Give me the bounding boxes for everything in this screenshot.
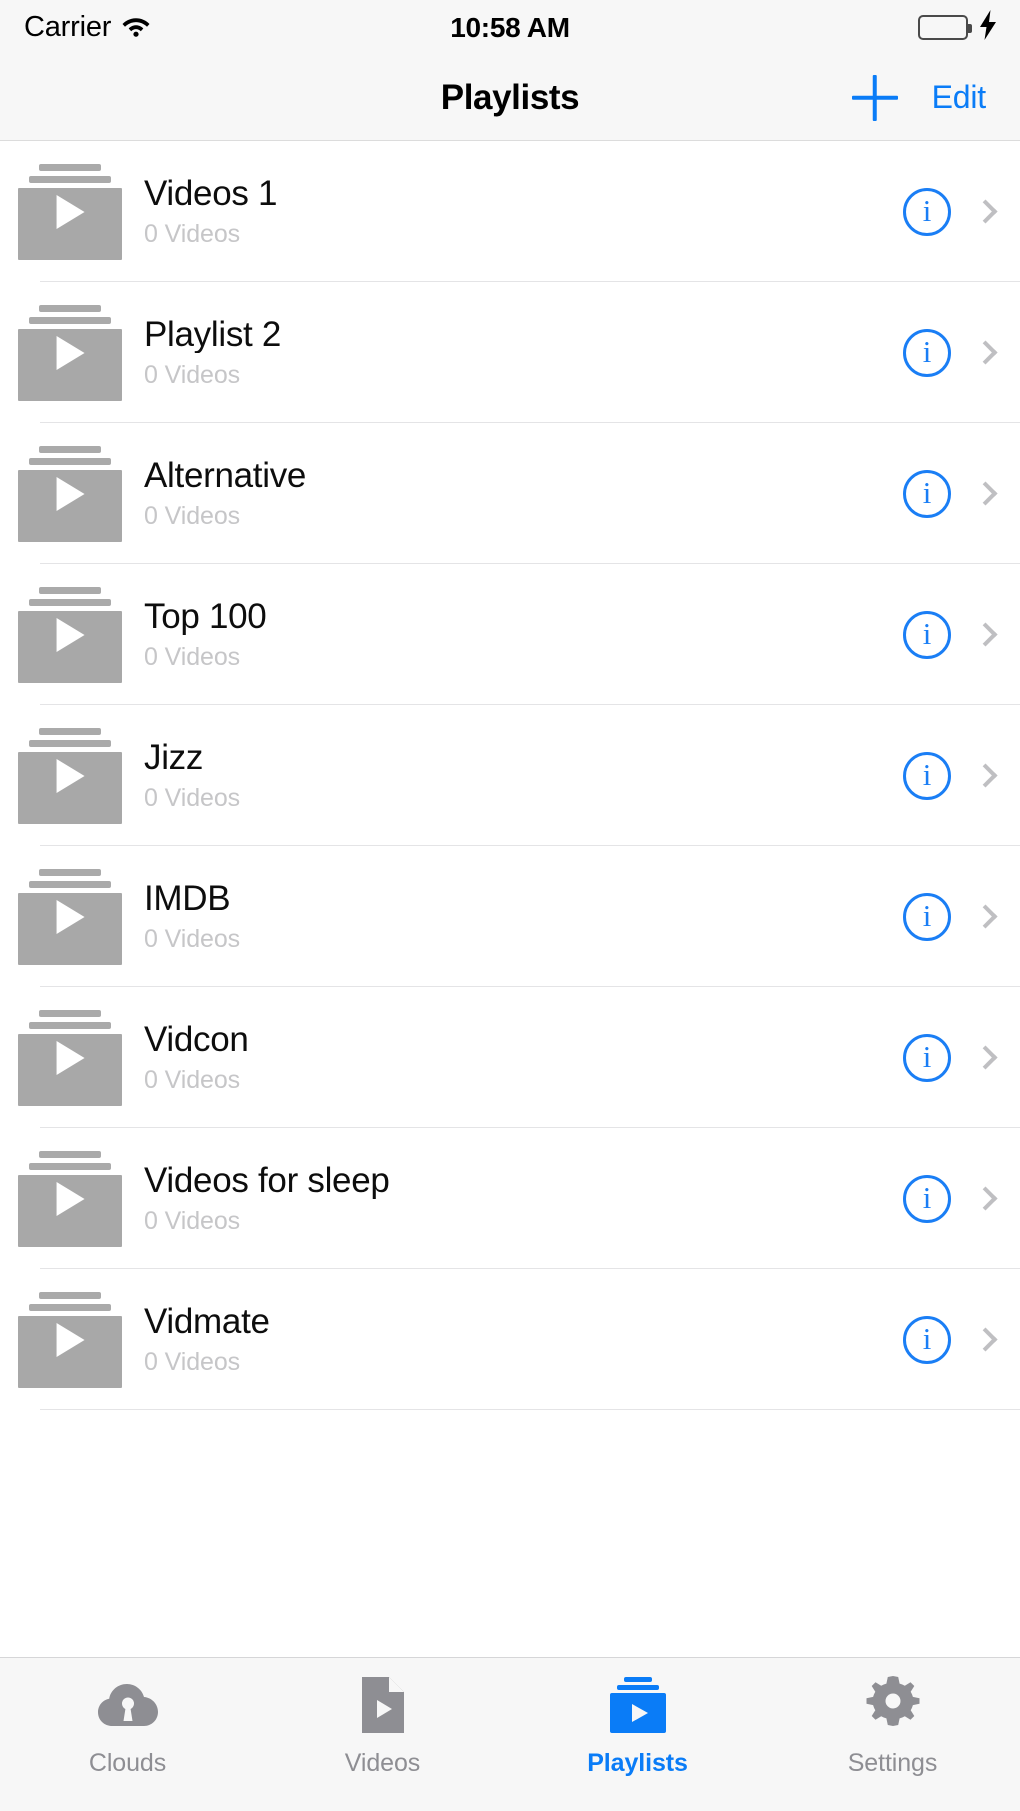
playlist-row[interactable]: Videos 1 0 Videos i [0, 141, 1020, 282]
playlist-subtitle: 0 Videos [144, 1066, 241, 1095]
chevron-right-icon[interactable] [973, 481, 998, 506]
info-circle-icon[interactable]: i [903, 1033, 951, 1082]
playlist-subtitle: 0 Videos [144, 784, 241, 813]
playlist-row-accessory: i [903, 751, 998, 800]
tab-bar: Clouds Videos Playlists Settings [0, 1657, 1020, 1811]
playlist-thumbnail-icon [18, 868, 122, 965]
battery-icon [918, 15, 972, 40]
playlist-title: Top 100 [144, 598, 267, 636]
info-circle-icon[interactable]: i [903, 469, 951, 518]
playlist-row[interactable]: Jizz 0 Videos i [0, 705, 1020, 846]
playlist-thumbnail-icon [18, 445, 122, 542]
playlist-row[interactable]: Vidcon 0 Videos i [0, 987, 1020, 1128]
playlist-row-text: Videos for sleep 0 Videos [144, 1162, 903, 1235]
playlist-row-text: Top 100 0 Videos [144, 598, 903, 671]
status-bar-right [918, 10, 998, 45]
info-circle-icon[interactable]: i [903, 1174, 951, 1223]
playlist-title: Vidmate [144, 1303, 270, 1341]
playlist-subtitle: 0 Videos [144, 925, 241, 954]
playlist-thumbnail-icon [18, 1150, 122, 1247]
playlist-row[interactable]: Playlist 2 0 Videos i [0, 282, 1020, 423]
playlist-title: Videos 1 [144, 175, 278, 213]
playlist-row-accessory: i [903, 469, 998, 518]
playlist-title: Playlist 2 [144, 316, 282, 354]
playlist-subtitle: 0 Videos [144, 1348, 241, 1377]
chevron-right-icon[interactable] [973, 1186, 998, 1211]
playlist-list: Videos 1 0 Videos i Playlist 2 0 Videos … [0, 141, 1020, 1410]
playlist-title: Videos for sleep [144, 1162, 390, 1200]
playlist-row-text: Playlist 2 0 Videos [144, 316, 903, 389]
navigation-actions: Edit [852, 75, 1020, 121]
playlist-row-accessory: i [903, 1174, 998, 1223]
playlist-row-text: Vidcon 0 Videos [144, 1021, 903, 1094]
playlist-title: IMDB [144, 880, 231, 918]
playlist-row-text: Videos 1 0 Videos [144, 175, 903, 248]
document-play-icon [359, 1672, 407, 1738]
playlist-subtitle: 0 Videos [144, 220, 241, 249]
cloud-lock-icon [96, 1672, 160, 1738]
playlist-title: Alternative [144, 457, 307, 495]
playlist-row[interactable]: Alternative 0 Videos i [0, 423, 1020, 564]
playlist-row-accessory: i [903, 328, 998, 377]
playlist-stack-play-icon [607, 1672, 669, 1738]
add-playlist-button[interactable] [852, 75, 898, 121]
info-circle-icon[interactable]: i [903, 751, 951, 800]
playlist-thumbnail-icon [18, 304, 122, 401]
info-circle-icon[interactable]: i [903, 892, 951, 941]
lightning-bolt-icon [978, 10, 998, 45]
playlist-subtitle: 0 Videos [144, 361, 241, 390]
tab-videos[interactable]: Videos [255, 1672, 510, 1811]
tab-label-playlists: Playlists [587, 1749, 688, 1777]
playlist-thumbnail-icon [18, 1009, 122, 1106]
playlist-subtitle: 0 Videos [144, 1207, 241, 1236]
playlist-row-text: IMDB 0 Videos [144, 880, 903, 953]
chevron-right-icon[interactable] [973, 904, 998, 929]
chevron-right-icon[interactable] [973, 1327, 998, 1352]
playlist-row-accessory: i [903, 892, 998, 941]
playlist-title: Jizz [144, 739, 204, 777]
tab-settings[interactable]: Settings [765, 1672, 1020, 1811]
navigation-bar: Playlists Edit [0, 55, 1020, 141]
playlist-row-accessory: i [903, 1033, 998, 1082]
status-bar: Carrier 10:58 AM [0, 0, 1020, 55]
chevron-right-icon[interactable] [973, 763, 998, 788]
playlist-thumbnail-icon [18, 586, 122, 683]
playlist-subtitle: 0 Videos [144, 643, 241, 672]
tab-playlists[interactable]: Playlists [510, 1672, 765, 1811]
playlist-row-text: Jizz 0 Videos [144, 739, 903, 812]
chevron-right-icon[interactable] [973, 199, 998, 224]
playlist-row-accessory: i [903, 1315, 998, 1364]
playlist-row-accessory: i [903, 187, 998, 236]
chevron-right-icon[interactable] [973, 1045, 998, 1070]
info-circle-icon[interactable]: i [903, 328, 951, 377]
playlist-thumbnail-icon [18, 1291, 122, 1388]
playlist-row-accessory: i [903, 610, 998, 659]
playlist-thumbnail-icon [18, 727, 122, 824]
playlist-thumbnail-icon [18, 163, 122, 260]
playlist-subtitle: 0 Videos [144, 502, 241, 531]
playlist-row[interactable]: Videos for sleep 0 Videos i [0, 1128, 1020, 1269]
chevron-right-icon[interactable] [973, 340, 998, 365]
edit-button[interactable]: Edit [932, 79, 987, 116]
tab-clouds[interactable]: Clouds [0, 1672, 255, 1811]
tab-label-clouds: Clouds [88, 1749, 167, 1777]
chevron-right-icon[interactable] [973, 622, 998, 647]
info-circle-icon[interactable]: i [903, 187, 951, 236]
info-circle-icon[interactable]: i [903, 610, 951, 659]
playlist-row-text: Vidmate 0 Videos [144, 1303, 903, 1376]
clock-label: 10:58 AM [450, 11, 570, 43]
tab-label-settings: Settings [847, 1749, 938, 1777]
playlist-row[interactable]: Top 100 0 Videos i [0, 564, 1020, 705]
gear-icon [864, 1672, 922, 1738]
playlist-row[interactable]: Vidmate 0 Videos i [0, 1269, 1020, 1410]
tab-label-videos: Videos [344, 1749, 421, 1777]
playlist-title: Vidcon [144, 1021, 249, 1059]
playlist-row-text: Alternative 0 Videos [144, 457, 903, 530]
playlist-row[interactable]: IMDB 0 Videos i [0, 846, 1020, 987]
info-circle-icon[interactable]: i [903, 1315, 951, 1364]
